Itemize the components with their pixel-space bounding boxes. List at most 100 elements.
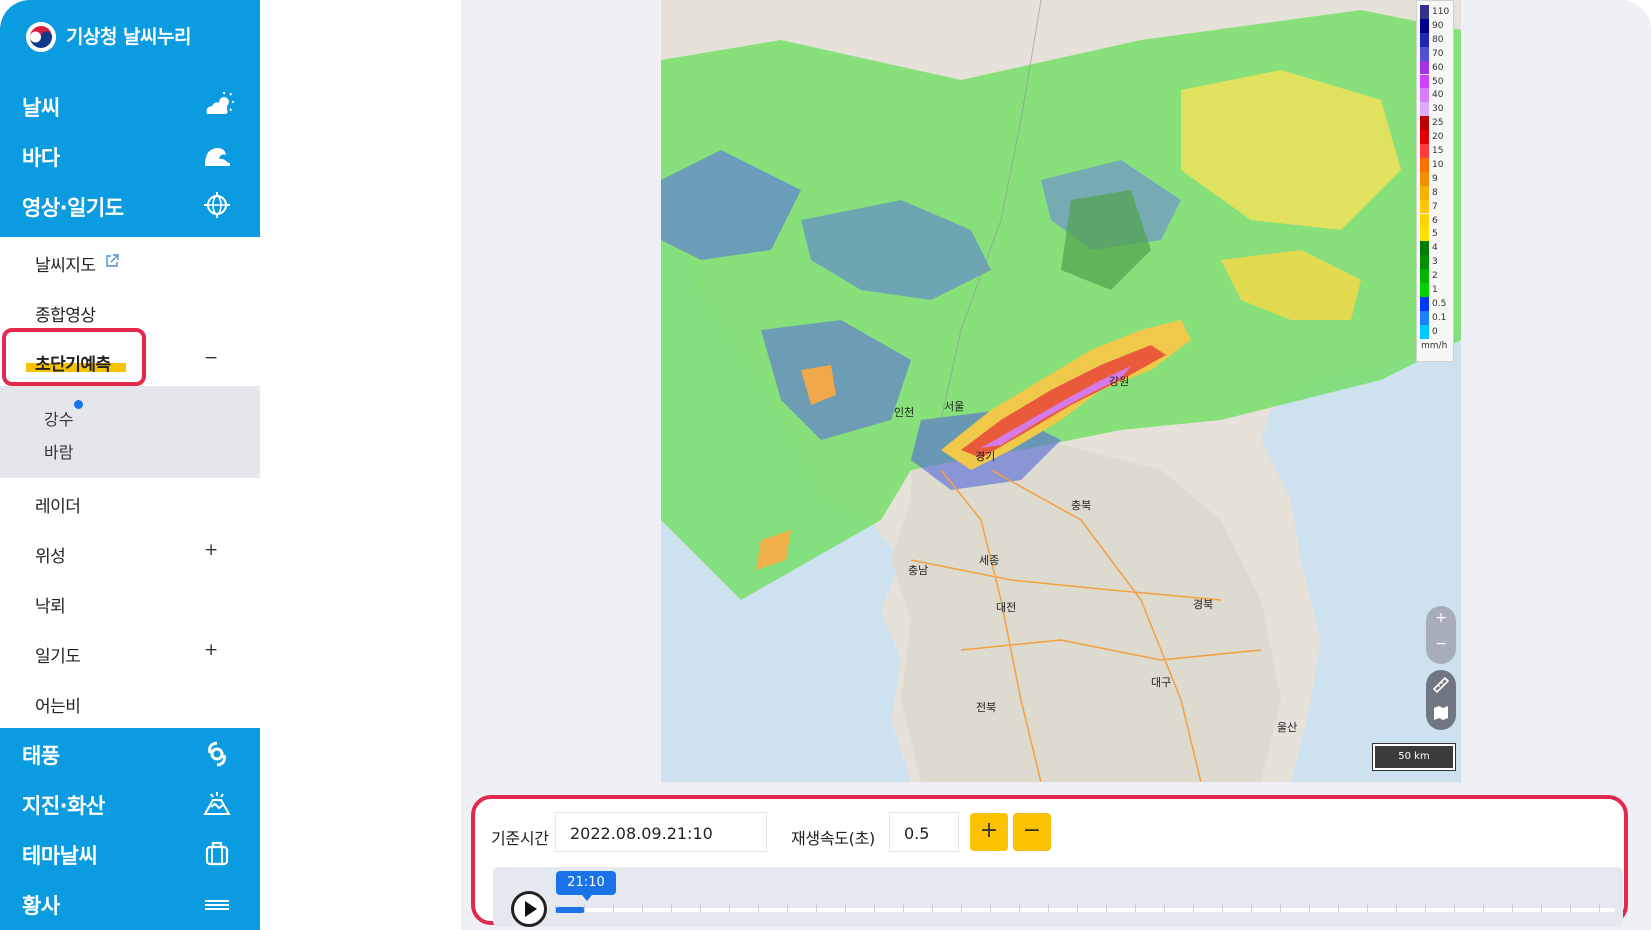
timeline-tick [1280, 905, 1281, 913]
sub-chart-label: 일기도 [35, 647, 81, 667]
map-scale-bar: 50 km [1372, 743, 1456, 771]
legend-tick: 2 [1432, 271, 1438, 282]
timeline-tick [671, 905, 672, 913]
timeline-tick [1483, 905, 1484, 913]
timeline-tick [1309, 905, 1310, 913]
zoom-out-button[interactable]: − [1426, 636, 1456, 652]
zoom-control: + − [1426, 606, 1456, 664]
timeline-tick [932, 905, 933, 913]
timeline-tick [1019, 905, 1020, 913]
timeline-progress [555, 907, 585, 913]
sub-chart[interactable]: 일기도 + [0, 628, 260, 678]
map-label: 충북 [1071, 499, 1092, 512]
timeline-tick [1077, 905, 1078, 913]
sub-lightning-label: 낙뢰 [35, 597, 66, 617]
nav-quake[interactable]: 지진·화산 [0, 778, 260, 828]
nav-weather[interactable]: 날씨 [0, 80, 260, 130]
kma-logo-icon [26, 22, 56, 52]
timeline-tick [1251, 905, 1252, 913]
sub-satellite[interactable]: 위성 + [0, 528, 260, 578]
legend-tick: 9 [1432, 173, 1438, 184]
dust-icon [202, 889, 232, 917]
base-time-input[interactable]: 2022.08.09.21:10 [555, 812, 767, 852]
timeline-tick [729, 905, 730, 913]
legend-tick: 20 [1432, 132, 1444, 143]
nav-imagery-label: 영상·일기도 [22, 196, 124, 220]
collapse-icon[interactable]: − [204, 348, 218, 368]
map-label: 대전 [996, 601, 1017, 614]
timeline-tick [903, 905, 904, 913]
timeline-tick [845, 905, 846, 913]
legend-swatch [1420, 199, 1429, 214]
typhoon-icon [202, 739, 232, 767]
zoom-in-button[interactable]: + [1426, 610, 1456, 626]
ruler-icon[interactable] [1432, 676, 1450, 698]
volcano-icon [202, 789, 232, 817]
speed-plus-button[interactable]: + [970, 813, 1008, 851]
timeline-tick [1454, 905, 1455, 913]
sub-radar[interactable]: 레이더 [0, 478, 260, 528]
nav-dust-label: 황사 [22, 894, 60, 918]
playback-panel: 기준시간 2022.08.09.21:10 재생속도(초) 0.5 + − 21… [471, 795, 1628, 927]
expand-icon[interactable]: + [204, 540, 218, 560]
speed-input[interactable]: 0.5 [889, 812, 959, 852]
nav-theme[interactable]: 테마날씨 [0, 828, 260, 878]
legend-swatch [1420, 227, 1429, 242]
base-time-label: 기준시간 [491, 829, 549, 848]
timeline-tick [700, 905, 701, 913]
sub-weather-map-label: 날씨지도 [35, 256, 96, 276]
sub-lightning[interactable]: 낙뢰 [0, 578, 260, 628]
timeline-rail [555, 908, 1615, 912]
legend-swatch [1420, 185, 1429, 200]
expand-icon[interactable]: + [204, 640, 218, 660]
nav-dust[interactable]: 황사 [0, 878, 260, 928]
brand-header[interactable]: 기상청 날씨누리 [0, 0, 260, 70]
legend-swatch [1420, 269, 1429, 283]
legend-swatch [1420, 88, 1429, 103]
map-label: 충남 [908, 564, 929, 577]
legend-tick: 5 [1432, 229, 1438, 240]
suitcase-icon [202, 839, 232, 867]
legend-swatch [1420, 213, 1429, 228]
nav-imagery[interactable]: 영상·일기도 [0, 180, 260, 230]
legend-tick: 0.5 [1432, 298, 1447, 309]
timeline-tick [1222, 905, 1223, 913]
radar-map[interactable]: 인천 서울 경기 강원 충북 충남 세종 대전 경북 대구 전북 울산 [661, 0, 1461, 782]
legend-swatch [1420, 310, 1429, 325]
sub-freezing-rain[interactable]: 어는비 [0, 678, 260, 728]
legend-swatch [1420, 5, 1429, 19]
map-label: 서울 [944, 400, 965, 413]
timeline-tick [816, 905, 817, 913]
timeline-tick [874, 905, 875, 913]
sub-weather-map[interactable]: 날씨지도 [0, 237, 260, 287]
nav-typhoon-label: 태풍 [22, 744, 60, 768]
sub-wind[interactable]: 바람 [44, 439, 73, 463]
legend-tick: 25 [1432, 118, 1444, 129]
nav-sea[interactable]: 바다 [0, 130, 260, 180]
legend-tick: 50 [1432, 76, 1444, 87]
speed-minus-button[interactable]: − [1013, 813, 1051, 851]
sub-rain[interactable]: 강수 [44, 406, 73, 430]
timeline-tick [961, 905, 962, 913]
legend-swatch [1420, 102, 1429, 117]
legend-swatch [1420, 74, 1429, 89]
nav-top-group: 날씨 바다 영상·일기도 [0, 70, 260, 237]
map-layer-icon[interactable] [1432, 704, 1450, 726]
legend-tick: 8 [1432, 187, 1438, 198]
map-label: 인천 [894, 406, 915, 419]
nav-bottom-group: 태풍 지진·화산 테마날씨 황사 [0, 728, 260, 930]
play-button[interactable] [511, 891, 547, 927]
timeline-tick [1425, 905, 1426, 913]
legend-swatch [1420, 283, 1429, 297]
timeline-track[interactable]: 21:10 [493, 867, 1623, 927]
legend-swatch [1420, 46, 1429, 61]
nav-typhoon[interactable]: 태풍 [0, 728, 260, 778]
timeline-tick [555, 905, 556, 913]
timeline-tick [1135, 905, 1136, 913]
app-root: 기상청 날씨누리 날씨 바다 영상·일기도 날씨지도 종합영상 초단기예측 − … [0, 0, 1651, 930]
active-dot-icon [74, 400, 83, 409]
brand-title: 기상청 날씨누리 [66, 26, 191, 48]
legend-swatch [1420, 296, 1429, 311]
legend-swatch [1420, 18, 1429, 33]
map-label: 전북 [976, 701, 997, 714]
